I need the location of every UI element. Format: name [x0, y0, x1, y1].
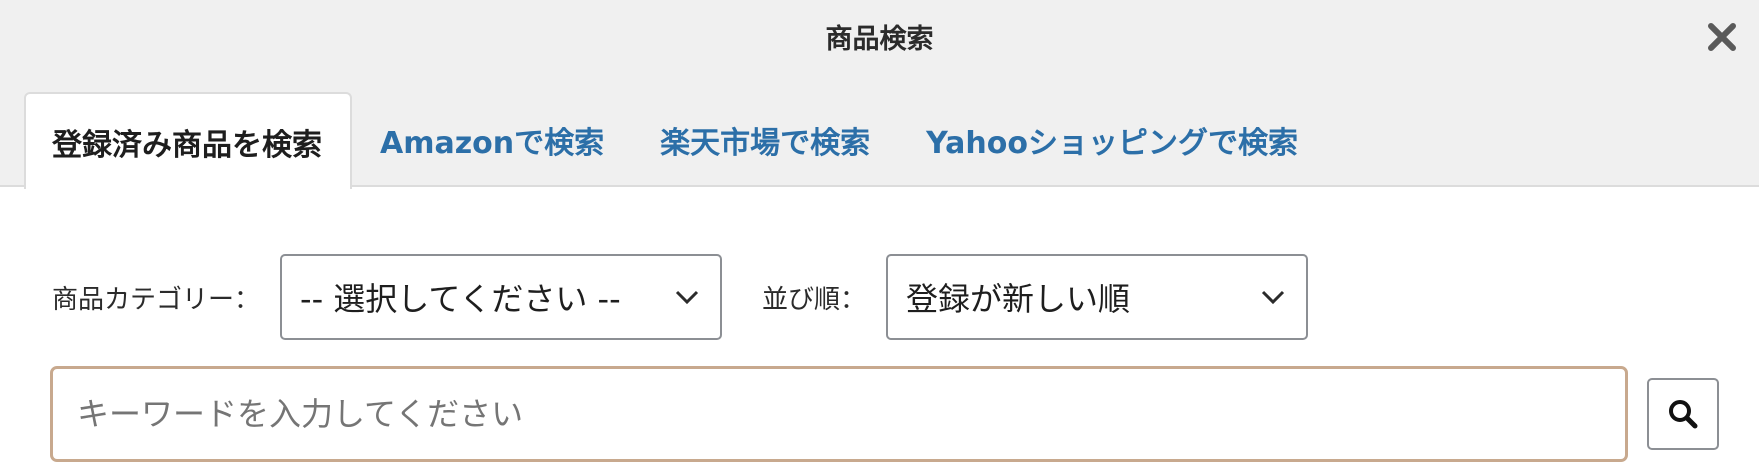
- keyword-search-row: [50, 366, 1719, 462]
- search-source-tabs: 登録済み商品を検索 Amazonで検索 楽天市場で検索 Yahooショッピングで…: [24, 90, 1326, 189]
- close-button[interactable]: [1701, 16, 1743, 58]
- category-label: 商品カテゴリー：: [52, 284, 261, 315]
- tab-registered-products[interactable]: 登録済み商品を検索: [24, 92, 352, 189]
- sort-label: 並び順：: [762, 284, 867, 315]
- filter-row: 商品カテゴリー： -- 選択してください -- 並び順： 登録が新しい順: [52, 253, 1309, 341]
- chevron-down-icon: [675, 290, 699, 305]
- product-search-dialog: 商品検索 登録済み商品を検索 Amazonで検索 楽天市場で検索 Yahooショ…: [0, 0, 1759, 473]
- search-button[interactable]: [1647, 378, 1719, 450]
- dialog-title: 商品検索: [825, 24, 934, 55]
- close-icon: [1708, 23, 1736, 51]
- tab-amazon[interactable]: Amazonで検索: [352, 92, 632, 187]
- dialog-header: 商品検索 登録済み商品を検索 Amazonで検索 楽天市場で検索 Yahooショ…: [0, 0, 1759, 189]
- chevron-down-icon: [1261, 290, 1285, 305]
- category-select[interactable]: -- 選択してください --: [280, 254, 723, 340]
- sort-select-value: 登録が新しい順: [906, 280, 1131, 318]
- sort-select[interactable]: 登録が新しい順: [886, 254, 1309, 340]
- tab-rakuten[interactable]: 楽天市場で検索: [632, 92, 898, 187]
- tab-yahoo-shopping[interactable]: Yahooショッピングで検索: [898, 92, 1326, 187]
- category-select-value: -- 選択してください --: [300, 280, 621, 318]
- keyword-search-input[interactable]: [50, 366, 1628, 462]
- search-icon: [1669, 400, 1698, 429]
